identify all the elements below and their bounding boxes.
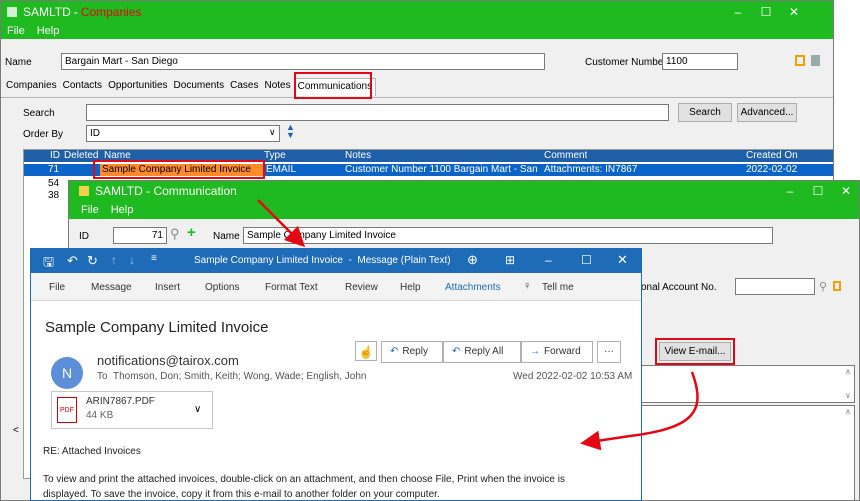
- arrow-to-email-body: [580, 371, 699, 451]
- arrow-to-name-field: [257, 199, 306, 248]
- annotation-arrows: [257, 199, 699, 451]
